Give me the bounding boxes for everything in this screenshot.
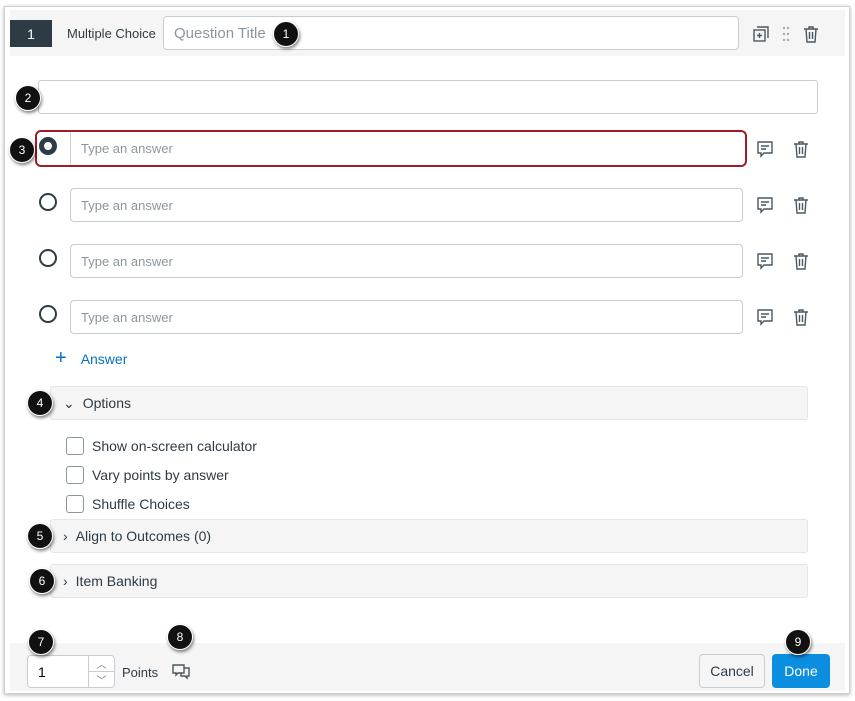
- answer-radio-3[interactable]: [39, 249, 57, 267]
- feedback-icon[interactable]: [755, 139, 775, 159]
- delete-answer-icon[interactable]: [791, 251, 811, 271]
- add-answer-button[interactable]: + Answer: [55, 347, 127, 370]
- points-label: Points: [122, 665, 159, 680]
- checkbox[interactable]: [66, 495, 84, 513]
- answer-input-3[interactable]: [70, 244, 743, 278]
- drag-handle-icon[interactable]: [776, 24, 796, 44]
- increment-icon[interactable]: ︿: [89, 656, 114, 671]
- question-body-editor[interactable]: [38, 80, 818, 114]
- answer-input-1[interactable]: [70, 132, 742, 165]
- points-input[interactable]: [28, 656, 88, 687]
- checkbox[interactable]: [66, 466, 84, 484]
- callout-badge: 3: [9, 137, 35, 163]
- plus-icon: +: [55, 347, 67, 369]
- decrement-icon[interactable]: ﹀: [89, 671, 114, 687]
- align-outcomes-toggle[interactable]: › Align to Outcomes (0): [50, 519, 808, 553]
- checkbox-label: Vary points by answer: [92, 467, 229, 483]
- delete-answer-icon[interactable]: [791, 139, 811, 159]
- question-type-label: Multiple Choice: [67, 26, 156, 41]
- callout-badge: 7: [28, 629, 54, 655]
- chevron-right-icon: ›: [63, 573, 68, 589]
- callout-badge: 1: [273, 21, 299, 47]
- calculator-checkbox[interactable]: Show on-screen calculator: [66, 437, 257, 455]
- chevron-down-icon: ⌄: [63, 394, 75, 411]
- feedback-icon[interactable]: [755, 251, 775, 271]
- align-outcomes-label: Align to Outcomes (0): [75, 528, 212, 544]
- callout-badge: 2: [15, 85, 41, 111]
- callout-badge: 8: [167, 624, 193, 650]
- item-banking-label: Item Banking: [75, 573, 158, 589]
- delete-answer-icon[interactable]: [791, 307, 811, 327]
- vary-points-checkbox[interactable]: Vary points by answer: [66, 466, 229, 484]
- chevron-right-icon: ›: [63, 528, 68, 544]
- answer-input-2[interactable]: [70, 188, 743, 222]
- delete-answer-icon[interactable]: [791, 195, 811, 215]
- cancel-button[interactable]: Cancel: [699, 654, 765, 688]
- checkbox[interactable]: [66, 437, 84, 455]
- options-toggle[interactable]: ⌄ Options: [50, 386, 808, 420]
- callout-badge: 4: [27, 390, 53, 416]
- feedback-icon[interactable]: [755, 195, 775, 215]
- answer-radio-2[interactable]: [39, 193, 57, 211]
- checkbox-label: Shuffle Choices: [92, 496, 190, 512]
- general-feedback-icon[interactable]: [171, 661, 191, 681]
- checkbox-label: Show on-screen calculator: [92, 438, 257, 454]
- callout-badge: 5: [27, 523, 53, 549]
- answer-input-4[interactable]: [70, 300, 743, 334]
- delete-question-icon[interactable]: [801, 24, 821, 44]
- callout-badge: 9: [785, 629, 811, 655]
- answer-radio-4[interactable]: [39, 305, 57, 323]
- answer-radio-1[interactable]: [39, 137, 57, 155]
- feedback-icon[interactable]: [755, 307, 775, 327]
- question-title-input[interactable]: [163, 16, 739, 50]
- points-stepper[interactable]: ︿﹀: [27, 655, 115, 688]
- options-label: Options: [82, 395, 131, 411]
- shuffle-choices-checkbox[interactable]: Shuffle Choices: [66, 495, 190, 513]
- item-banking-toggle[interactable]: › Item Banking: [50, 564, 808, 598]
- add-answer-label: Answer: [80, 350, 128, 367]
- question-number: 1: [10, 20, 52, 47]
- duplicate-icon[interactable]: [751, 24, 771, 44]
- done-button[interactable]: Done: [772, 654, 830, 688]
- callout-badge: 6: [29, 568, 55, 594]
